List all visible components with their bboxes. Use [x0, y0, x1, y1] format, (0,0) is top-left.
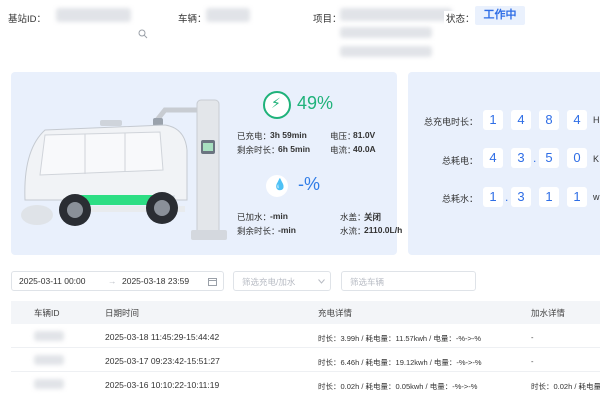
row-charge-details: 时长：6.46h / 耗电量：19.12kwh / 电量：-%->-%: [318, 358, 482, 367]
current-value: 40.0A: [353, 144, 376, 154]
power-digit: 0: [567, 148, 587, 168]
water-added-label: 已加水：: [237, 212, 272, 222]
vehicle-filter-input[interactable]: 筛选车辆: [341, 271, 476, 291]
vehicle-id-redacted: [34, 331, 64, 341]
status-label: 状态：: [444, 11, 475, 25]
project-value-redacted-2: [340, 27, 432, 38]
row-water-details: -: [531, 333, 534, 342]
chevron-down-icon: [318, 279, 325, 284]
end-date[interactable]: 2025-03-18 23:59: [122, 276, 189, 286]
water-drop-icon: 💧: [273, 179, 287, 191]
row-datetime: 2025-03-18 11:45:29-15:44:42: [105, 332, 220, 342]
charge-time-digit: 4: [567, 110, 587, 130]
row-divider: [11, 371, 600, 372]
date-range-picker[interactable]: 2025-03-11 00:00 → 2025-03-18 23:59: [11, 271, 224, 291]
water-digit: 3: [511, 187, 531, 207]
water-added-value: -min: [270, 211, 288, 221]
total-water-label: 总耗水：: [442, 194, 479, 204]
vehicle-charger-illustration: [21, 99, 227, 240]
power-unit: K: [593, 154, 600, 164]
charge-percent: 49%: [297, 93, 334, 113]
remaining-value: 6h 5min: [278, 144, 311, 154]
row-charge-details: 时长：3.99h / 耗电量：11.57kwh / 电量：-%->-%: [318, 334, 482, 343]
water-digit: 1: [567, 187, 587, 207]
charge-time-unit: H: [593, 115, 600, 125]
project-value-redacted: [340, 8, 452, 21]
table-header: [11, 301, 600, 324]
water-flow-label: 水流：: [340, 226, 366, 236]
date-range-arrow: →: [108, 276, 117, 286]
row-datetime: 2025-03-16 10:10:22-10:11:19: [105, 380, 220, 390]
current-label: 电流：: [330, 145, 356, 155]
vehicle-label: 车辆：: [178, 14, 207, 25]
vehicle-filter-placeholder: 筛选车辆: [350, 277, 385, 287]
vehicle-id-redacted: [34, 355, 64, 365]
water-digit: 1: [539, 187, 559, 207]
voltage-label: 电压：: [330, 131, 356, 141]
power-digit: 5: [539, 148, 559, 168]
column-header-vehicle-id: 车辆ID: [34, 308, 60, 318]
total-charge-time-label: 总充电时长：: [424, 117, 479, 127]
vehicle-id-redacted: [34, 379, 64, 389]
row-water-details: -: [531, 357, 534, 366]
water-decimal-dot: .: [505, 190, 509, 204]
row-datetime: 2025-03-17 09:23:42-15:51:27: [105, 356, 220, 366]
power-decimal-dot: .: [533, 151, 537, 165]
row-charge-details: 时长：0.02h / 耗电量：0.05kwh / 电量：-%->-%: [318, 382, 478, 391]
total-power-label: 总耗电：: [442, 156, 479, 166]
charge-progress-ring: ⚡: [263, 91, 291, 119]
water-digit: 1: [483, 187, 503, 207]
power-digit: 4: [483, 148, 503, 168]
calendar-icon[interactable]: [208, 277, 217, 286]
type-filter-placeholder: 筛选充电/加水: [242, 277, 296, 287]
water-cover-value: 关闭: [364, 212, 382, 222]
water-drop-badge: 💧: [266, 175, 288, 197]
voltage-value: 81.0V: [353, 130, 376, 140]
column-header-datetime: 日期时间: [105, 308, 140, 318]
lightning-icon: ⚡: [271, 95, 281, 111]
base-id-label: 基站ID：: [8, 14, 47, 25]
base-id-value-redacted: [56, 8, 131, 22]
water-remaining-label: 剩余时长：: [237, 226, 280, 236]
water-percent: -%: [298, 174, 320, 194]
type-filter-select[interactable]: 筛选充电/加水: [233, 271, 331, 291]
water-cover-label: 水盖：: [340, 212, 366, 222]
start-date[interactable]: 2025-03-11 00:00: [19, 276, 85, 286]
page: 基站ID： 车辆： 项目： 状态： 工作中 ⚡ 49% 已充电： 3h 59mi…: [0, 0, 600, 400]
charged-label: 已充电：: [237, 131, 272, 141]
vehicle-value-redacted: [206, 8, 250, 22]
column-header-charge-details: 充电详情: [318, 308, 353, 318]
charge-time-digit: 8: [539, 110, 559, 130]
charge-time-digit: 1: [483, 110, 503, 130]
project-label: 项目：: [313, 14, 342, 25]
charge-time-digit: 4: [511, 110, 531, 130]
remaining-label: 剩余时长：: [237, 145, 280, 155]
water-flow-value: 2110.0L/h: [364, 225, 403, 235]
charged-value: 3h 59min: [270, 130, 307, 140]
status-badge: 工作中: [475, 6, 525, 25]
column-header-water-details: 加水详情: [531, 308, 566, 318]
search-icon[interactable]: [138, 29, 148, 39]
power-digit: 3: [511, 148, 531, 168]
water-remaining-value: -min: [278, 225, 296, 235]
row-water-details: 时长：0.02h / 耗电量: [531, 382, 600, 391]
row-divider: [11, 347, 600, 348]
project-value-redacted-3: [340, 46, 432, 57]
water-unit: w: [593, 192, 600, 202]
